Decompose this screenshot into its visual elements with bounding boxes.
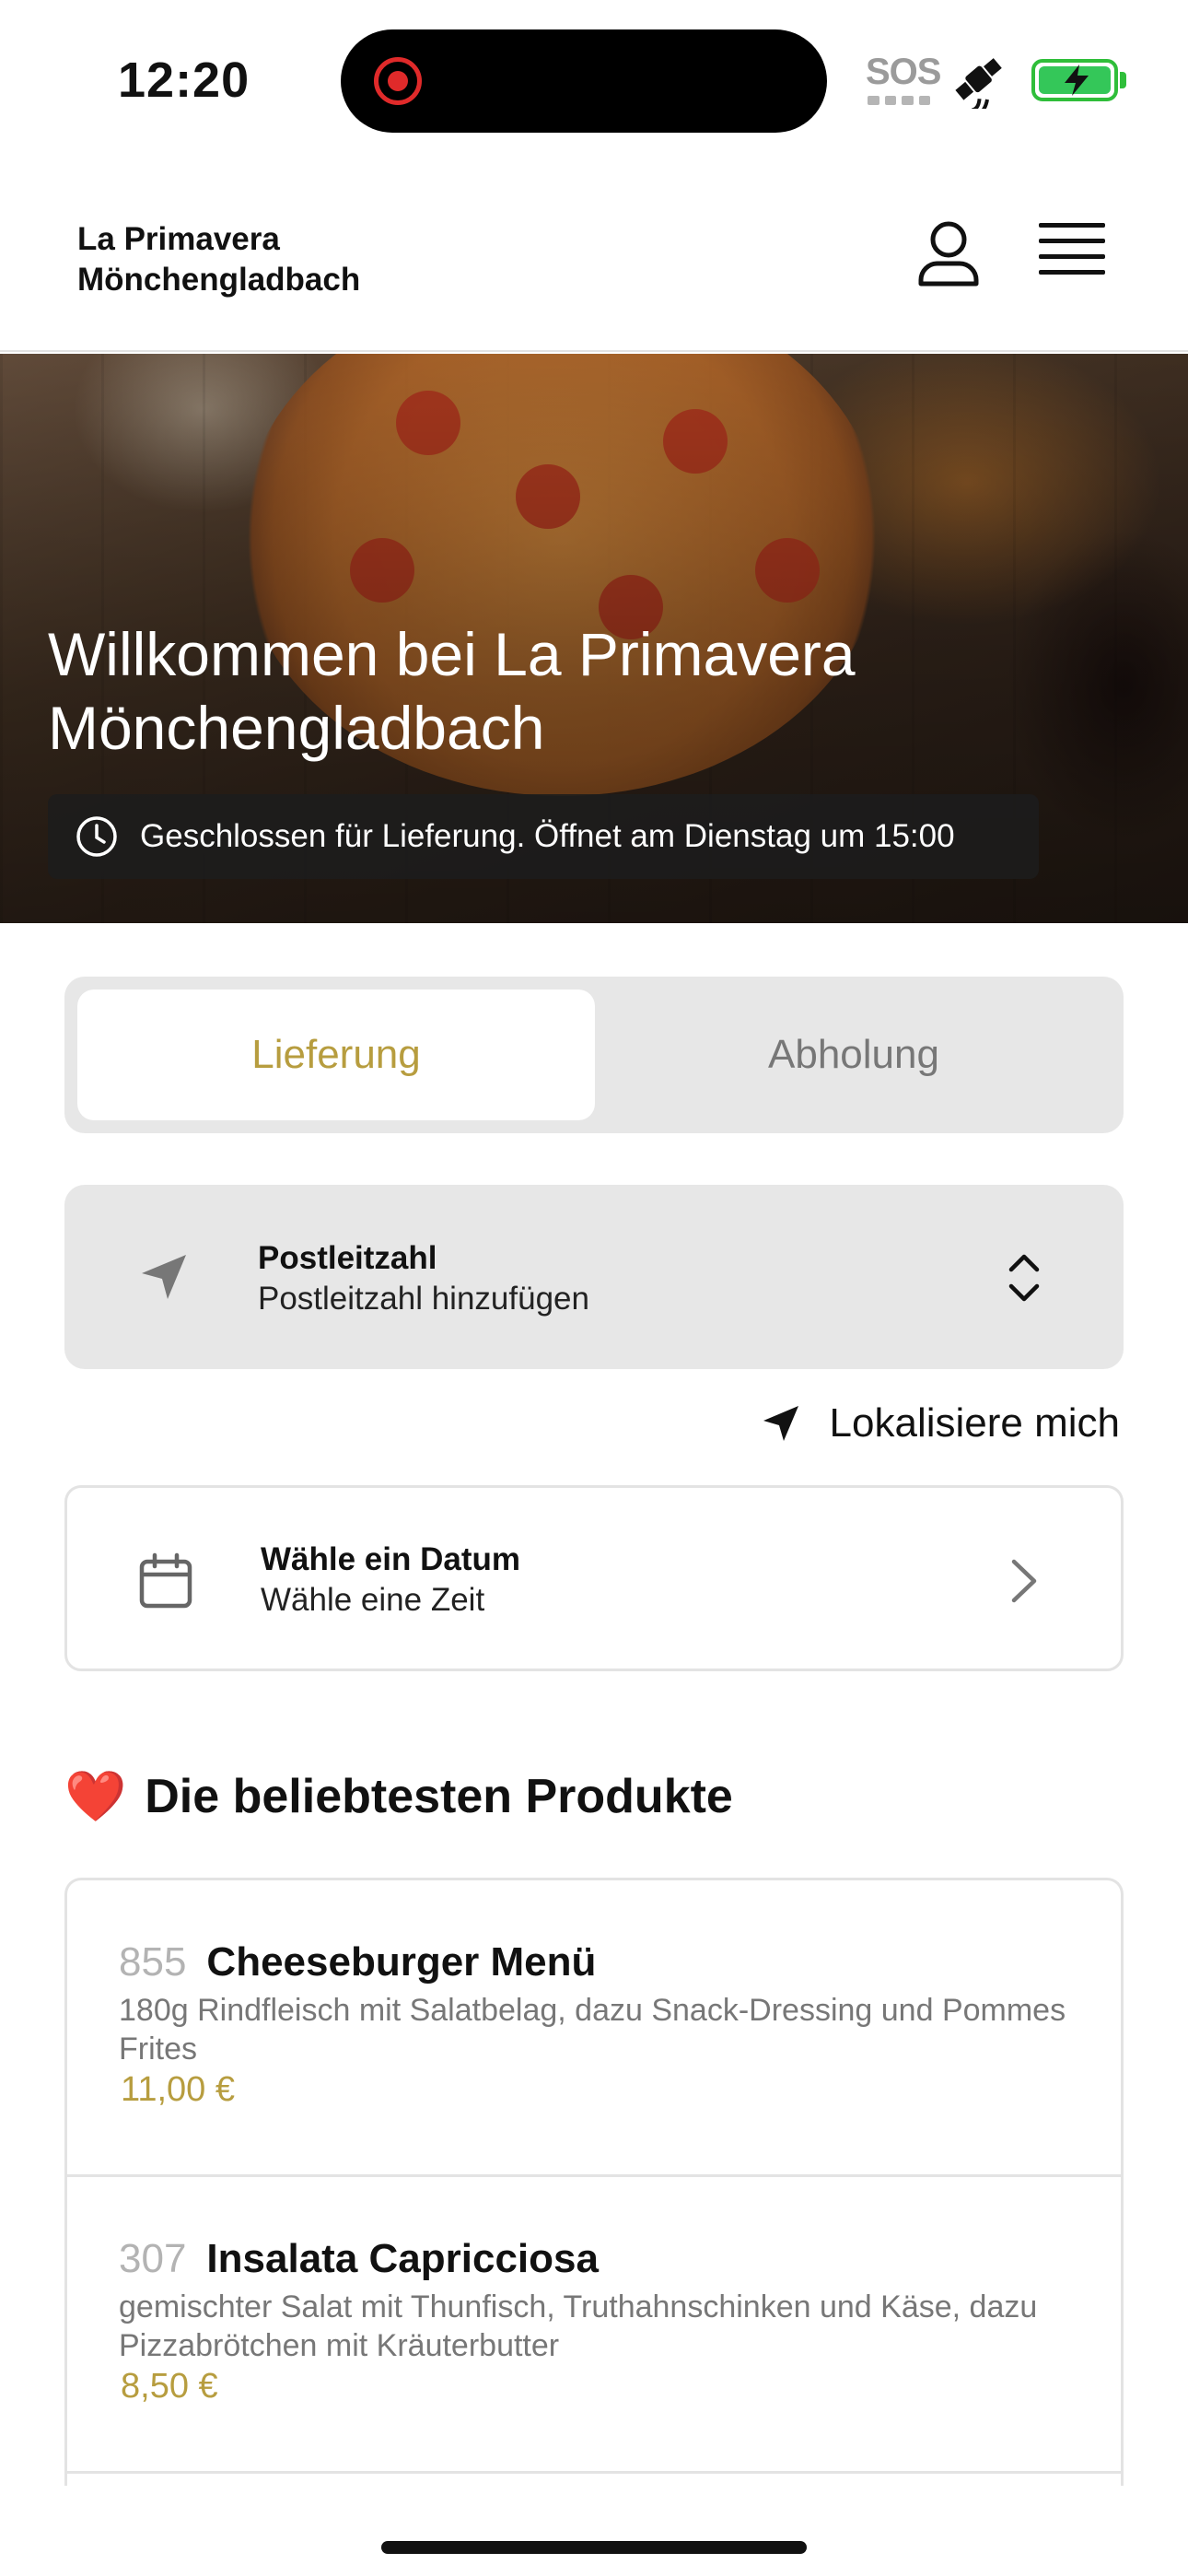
battery-charging-icon [1031, 59, 1118, 101]
user-icon[interactable] [912, 217, 985, 291]
dynamic-island[interactable] [341, 29, 827, 133]
hero-title-line1: Willkommen bei La Primavera [48, 620, 856, 688]
opening-status-text: Geschlossen für Lieferung. Öffnet am Die… [140, 818, 955, 854]
locate-me-button[interactable]: Lokalisiere mich [760, 1400, 1120, 1446]
clock-icon [76, 816, 117, 857]
hero-banner: Willkommen bei La Primavera Mönchengladb… [0, 354, 1188, 923]
location-arrow-icon [763, 1406, 798, 1441]
product-list: 855 Cheeseburger Menü 180g Rindfleisch m… [64, 1878, 1124, 2486]
battery-cap [1120, 72, 1126, 88]
app-header: La Primavera Mönchengladbach [0, 157, 1188, 352]
chevron-up-down-icon [1008, 1254, 1040, 1302]
tab-delivery[interactable]: Lieferung [77, 989, 595, 1120]
postal-code-selector[interactable]: Postleitzahl Postleitzahl hinzufügen [64, 1185, 1124, 1369]
product-description: 180g Rindfleisch mit Salatbelag, dazu Sn… [119, 1993, 1066, 2067]
locate-me-label: Lokalisiere mich [829, 1400, 1120, 1446]
calendar-icon [139, 1552, 192, 1609]
brand-line2: Mönchengladbach [77, 262, 361, 298]
satellite-icon [955, 58, 1002, 109]
home-indicator[interactable] [381, 2541, 807, 2554]
status-time: 12:20 [118, 53, 250, 108]
popular-products-heading: ❤️ Die beliebtesten Produkte [64, 1769, 733, 1824]
product-price: 11,00 € [121, 2070, 235, 2109]
sos-dots [868, 96, 930, 105]
sos-indicator: SOS [866, 52, 941, 92]
product-name: Insalata Capricciosa [206, 2236, 599, 2281]
time-label: Wähle eine Zeit [261, 1582, 485, 1618]
postal-code-placeholder: Postleitzahl hinzufügen [258, 1281, 589, 1317]
popular-products-title: Die beliebtesten Produkte [145, 1770, 733, 1823]
heart-icon: ❤️ [64, 1769, 127, 1824]
status-bar: 12:20 SOS [0, 0, 1188, 157]
date-time-picker[interactable]: Wähle ein Datum Wähle eine Zeit [64, 1485, 1124, 1671]
postal-code-label: Postleitzahl [258, 1240, 437, 1276]
hamburger-menu-icon[interactable] [1039, 223, 1105, 284]
order-type-switch: Lieferung Abholung [64, 977, 1124, 1133]
hero-title: Willkommen bei La Primavera Mönchengladb… [48, 617, 856, 765]
date-label: Wähle ein Datum [261, 1541, 520, 1577]
screen-recording-icon [374, 57, 422, 105]
opening-status-banner: Geschlossen für Lieferung. Öffnet am Die… [48, 794, 1039, 879]
chevron-right-icon [1011, 1559, 1037, 1603]
tab-pickup[interactable]: Abholung [595, 989, 1112, 1120]
hero-title-line2: Mönchengladbach [48, 694, 545, 762]
product-description: gemischter Salat mit Thunfisch, Truthahn… [119, 2289, 1038, 2363]
location-arrow-icon [142, 1255, 186, 1299]
brand-name[interactable]: La Primavera Mönchengladbach [77, 219, 360, 300]
product-item[interactable]: 855 Cheeseburger Menü 180g Rindfleisch m… [67, 1880, 1121, 2177]
product-number: 855 [119, 1939, 187, 1985]
brand-line1: La Primavera [77, 221, 280, 257]
product-price: 8,50 € [121, 2367, 218, 2406]
product-item[interactable]: 307 Insalata Capricciosa gemischter Sala… [67, 2177, 1121, 2474]
product-name: Cheeseburger Menü [206, 1939, 597, 1985]
product-number: 307 [119, 2236, 187, 2281]
